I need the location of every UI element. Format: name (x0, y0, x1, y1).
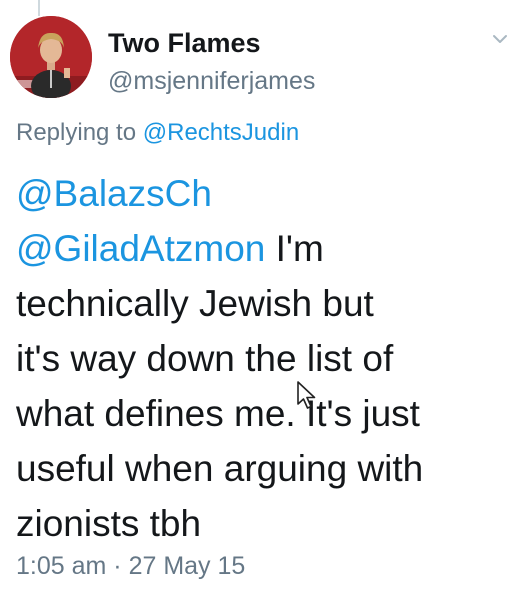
chevron-down-icon[interactable] (491, 30, 509, 48)
reply-mention-link[interactable]: @RechtsJudin (143, 119, 299, 146)
tweet-text-fragment: I'm (265, 228, 324, 269)
timestamp-time: 1:05 am (16, 552, 107, 580)
tweet-line: @GiladAtzmon I'm (16, 221, 511, 276)
tweet-card: Two Flames @msjenniferjames Replying to … (0, 0, 523, 600)
tweet-line: useful when arguing with (16, 448, 424, 489)
tweet-timestamp[interactable]: 1:05 am · 27 May 15 (16, 552, 245, 581)
author-name[interactable]: Two Flames (108, 28, 261, 59)
tweet-line: zionists tbh (16, 503, 202, 544)
thread-connector-line (38, 0, 40, 16)
mention-link[interactable]: @GiladAtzmon (16, 228, 265, 269)
replying-to: Replying to @RechtsJudin (16, 119, 299, 147)
tweet-line: @BalazsCh (16, 166, 511, 221)
tweet-text: @BalazsCh @GiladAtzmon I'm technically J… (16, 166, 511, 551)
author-handle[interactable]: @msjenniferjames (108, 67, 315, 96)
timestamp-separator: · (106, 552, 129, 580)
tweet-line: it's way down the list of (16, 338, 394, 379)
mouse-pointer-icon (297, 381, 316, 409)
avatar[interactable] (10, 16, 92, 98)
timestamp-date: 27 May 15 (128, 552, 246, 580)
tweet-line: what defines me. It's just (16, 393, 420, 434)
mention-link[interactable]: @BalazsCh (16, 173, 212, 214)
tweet-line: technically Jewish but (16, 283, 374, 324)
replying-to-label: Replying to (16, 119, 143, 146)
